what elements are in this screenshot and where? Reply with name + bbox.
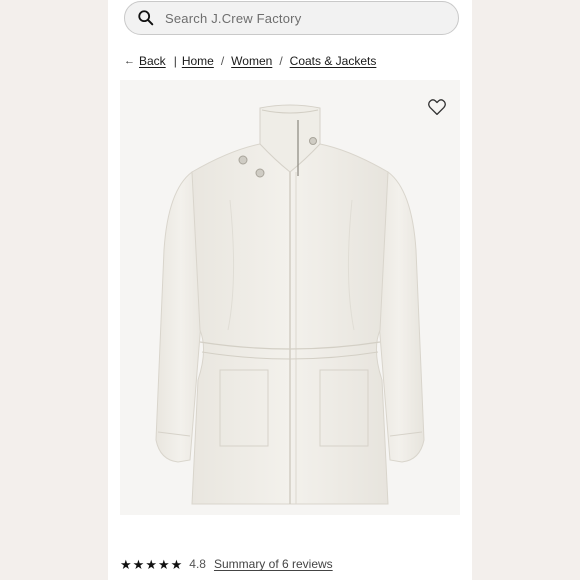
heart-outline-icon[interactable] — [427, 98, 447, 116]
rating-value: 4.8 — [189, 557, 206, 571]
star-icon: ★ — [132, 556, 145, 572]
jacket-image[interactable] — [120, 80, 460, 515]
reviews-summary-link[interactable]: Summary of 6 reviews — [214, 557, 333, 571]
star-icon: ★ — [157, 556, 170, 572]
search-icon[interactable] — [137, 9, 155, 27]
reviews-summary: ★ ★ ★ ★ ★ 4.8 Summary of 6 reviews — [120, 555, 333, 573]
breadcrumb-coats-jackets[interactable]: Coats & Jackets — [290, 54, 377, 68]
breadcrumb: ← Back | Home / Women / Coats & Jackets — [124, 53, 376, 69]
breadcrumb-home[interactable]: Home — [182, 54, 214, 68]
search-input[interactable]: Search J.Crew Factory — [165, 11, 301, 26]
search-bar[interactable]: Search J.Crew Factory — [124, 1, 459, 35]
breadcrumb-women[interactable]: Women — [231, 54, 272, 68]
star-rating: ★ ★ ★ ★ ★ — [120, 558, 183, 571]
breadcrumb-separator: / — [220, 54, 225, 68]
breadcrumb-divider: | — [173, 54, 177, 68]
breadcrumb-separator: / — [279, 54, 283, 68]
star-icon: ★ — [120, 556, 132, 572]
right-margin — [472, 0, 580, 580]
star-icon: ★ — [170, 556, 183, 572]
back-link[interactable]: Back — [139, 54, 166, 68]
left-margin — [0, 0, 108, 580]
back-arrow-icon: ← — [124, 55, 135, 67]
star-icon: ★ — [145, 556, 157, 572]
